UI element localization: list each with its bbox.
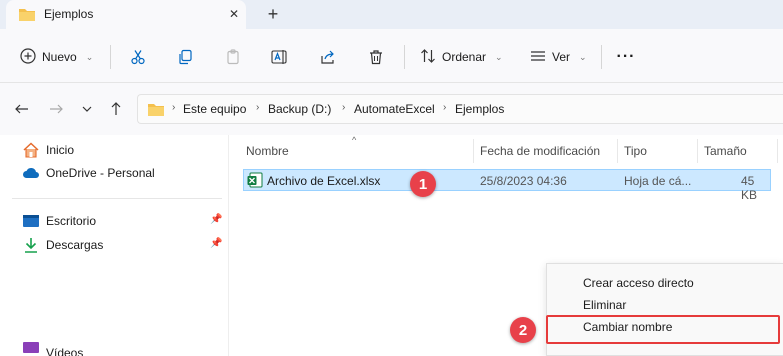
nav-item-inicio[interactable]: Inicio [22, 140, 74, 160]
close-tab-button[interactable]: ✕ [224, 5, 244, 23]
tab-title: Ejemplos [44, 7, 94, 21]
nav-item-label: Inicio [46, 143, 75, 157]
share-button[interactable] [314, 43, 342, 71]
cut-button[interactable] [124, 43, 152, 71]
breadcrumb-separator: › [443, 102, 447, 113]
file-size: 45 KB [741, 174, 758, 202]
view-button[interactable]: Ver ⌄ [530, 43, 587, 71]
scissors-icon [131, 50, 145, 65]
new-tab-button[interactable]: + [262, 4, 284, 24]
folder-icon [18, 7, 36, 25]
rename-icon [271, 50, 287, 64]
address-row: › Este equipo › Backup (D:) › AutomateEx… [0, 83, 783, 135]
download-icon [25, 238, 37, 253]
nav-item-videos[interactable]: Vídeos [22, 336, 83, 356]
arrow-up-icon [111, 102, 121, 115]
column-header-size[interactable]: Tamaño [704, 144, 747, 158]
paste-button[interactable] [219, 43, 247, 71]
column-header-type[interactable]: Tipo [624, 144, 647, 158]
column-divider[interactable] [473, 139, 474, 163]
navigation-pane: Inicio OneDrive - Personal Escritorio 📌 … [0, 135, 229, 356]
arrow-left-icon [15, 104, 28, 114]
menu-item-delete[interactable]: Eliminar [583, 298, 626, 312]
arrow-right-icon [50, 104, 63, 114]
divider [601, 45, 602, 69]
breadcrumb-este-equipo[interactable]: Este equipo [183, 102, 246, 116]
file-modified: 25/8/2023 04:36 [480, 174, 567, 188]
breadcrumb-ejemplos[interactable]: Ejemplos [455, 102, 504, 116]
address-bar[interactable]: › Este equipo › Backup (D:) › AutomateEx… [137, 94, 783, 124]
nav-item-label: OneDrive - Personal [46, 166, 155, 180]
pin-icon[interactable]: 📌 [210, 238, 222, 249]
copy-icon [179, 49, 192, 65]
chevron-down-icon [82, 106, 92, 112]
breadcrumb-separator: › [172, 102, 176, 113]
column-header-name[interactable]: Nombre [246, 144, 289, 158]
nav-item-escritorio[interactable]: Escritorio [22, 211, 96, 231]
step-badge-2: 2 [510, 317, 536, 343]
rename-button[interactable] [266, 43, 294, 71]
tab-strip: Ejemplos ✕ + [0, 0, 783, 29]
delete-button[interactable] [362, 43, 390, 71]
new-button[interactable]: Nuevo ⌄ [20, 43, 93, 71]
nav-item-onedrive[interactable]: OneDrive - Personal [22, 163, 155, 183]
add-icon [20, 47, 36, 67]
back-button[interactable] [10, 99, 34, 119]
column-divider[interactable] [777, 139, 778, 163]
chevron-down-icon: ⌄ [85, 51, 94, 62]
nav-item-label: Descargas [46, 238, 104, 252]
breadcrumb-automateexcel[interactable]: AutomateExcel [354, 102, 435, 116]
menu-item-create-shortcut[interactable]: Crear acceso directo [583, 276, 694, 290]
sort-label: Ordenar [442, 50, 487, 64]
step-badge-1: 1 [410, 171, 436, 197]
sort-icon [420, 48, 436, 67]
chevron-down-icon: ⌄ [495, 51, 503, 62]
divider [404, 45, 405, 69]
column-header-modified[interactable]: Fecha de modificación [480, 144, 600, 158]
share-icon [321, 50, 334, 64]
column-divider[interactable] [617, 139, 618, 163]
forward-button[interactable] [44, 99, 68, 119]
table-row[interactable]: Archivo de Excel.xlsx 25/8/2023 04:36 Ho… [243, 169, 771, 202]
divider [12, 198, 222, 199]
sort-button[interactable]: Ordenar ⌄ [420, 43, 503, 71]
recent-locations-button[interactable] [75, 99, 99, 119]
copy-button[interactable] [171, 43, 199, 71]
file-type: Hoja de cá... [624, 174, 692, 188]
more-options-button[interactable]: ··· [612, 43, 640, 71]
nav-item-label: Escritorio [46, 214, 97, 228]
file-name: Archivo de Excel.xlsx [267, 174, 381, 188]
divider [110, 45, 111, 69]
trash-icon [370, 50, 382, 65]
breadcrumb-separator: › [256, 102, 260, 113]
folder-icon [147, 103, 165, 120]
new-label: Nuevo [42, 50, 77, 64]
home-icon [23, 142, 39, 158]
column-divider[interactable] [697, 139, 698, 163]
clipboard-icon [227, 49, 239, 65]
sort-ascending-icon: ^ [352, 135, 357, 145]
pin-icon[interactable]: 📌 [210, 214, 222, 225]
desktop-icon [23, 215, 39, 227]
up-button[interactable] [104, 99, 128, 119]
nav-item-label: Vídeos [46, 346, 84, 356]
rename-highlight-box [546, 315, 780, 344]
chevron-down-icon: ⌄ [579, 51, 587, 62]
breadcrumb-separator: › [342, 102, 346, 113]
view-label: Ver [552, 50, 571, 64]
excel-file-icon [247, 172, 263, 191]
nav-item-descargas[interactable]: Descargas [22, 235, 103, 255]
video-icon [23, 342, 39, 353]
command-bar: Nuevo ⌄ Ordenar ⌄ Ver ⌄ ··· [0, 29, 783, 83]
tab-ejemplos[interactable]: Ejemplos ✕ [6, 0, 246, 29]
breadcrumb-backup[interactable]: Backup (D:) [268, 102, 331, 116]
view-icon [530, 48, 546, 67]
cloud-icon [23, 167, 39, 178]
